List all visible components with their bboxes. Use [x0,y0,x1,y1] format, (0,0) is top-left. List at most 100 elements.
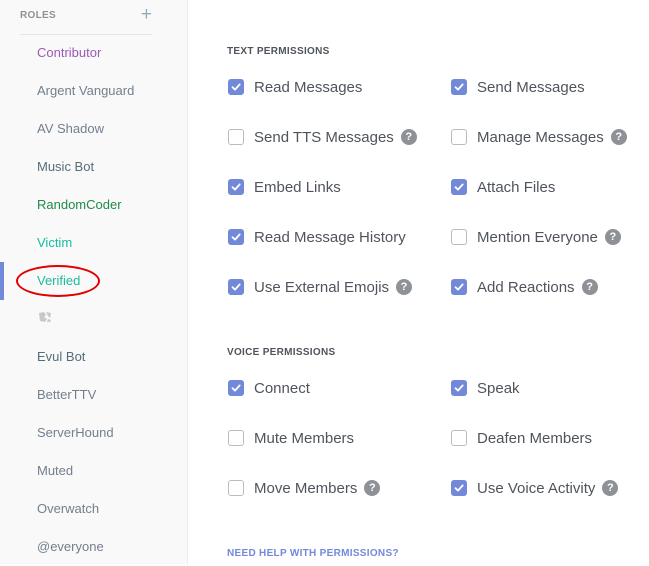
permission-label: Deafen Members [477,429,593,447]
permission-add-reactions[interactable]: Add Reactions? [451,277,598,297]
permission-read-messages[interactable]: Read Messages [228,77,362,97]
check-icon [454,183,464,191]
permission-speak[interactable]: Speak [451,378,520,398]
text-permissions-title: TEXT PERMISSIONS [227,46,330,57]
roles-title: ROLES [20,10,56,21]
checkbox-checked[interactable] [451,79,467,95]
role-item-evul-bot[interactable]: Evul Bot [0,338,188,376]
permission-label: Send TTS Messages [254,128,394,146]
check-icon [454,384,464,392]
role-item-overwatch[interactable]: Overwatch [0,490,188,528]
help-icon[interactable]: ? [396,279,413,295]
role-item-verified[interactable]: Verified [0,262,188,300]
permission-use-external-emojis[interactable]: Use External Emojis? [228,277,413,297]
check-icon [454,83,464,91]
help-icon[interactable]: ? [602,480,619,496]
role-label: @everyone [37,539,104,554]
role-label: Verified [37,273,81,288]
checkbox-checked[interactable] [451,179,467,195]
checkbox-checked[interactable] [228,79,244,95]
checkbox-checked[interactable] [451,279,467,295]
checkbox-checked[interactable] [228,229,244,245]
permission-label: Embed Links [254,178,341,196]
permission-label: Attach Files [477,178,556,196]
broken-image-icon [37,301,53,339]
check-icon [231,83,241,91]
role-label: Evul Bot [37,349,86,364]
checkbox-unchecked[interactable] [228,129,244,145]
role-label: Contributor [37,45,102,60]
role-item-unnamed[interactable] [0,300,188,338]
permission-manage-messages[interactable]: Manage Messages? [451,127,627,147]
check-icon [231,233,241,241]
check-icon [454,484,464,492]
role-item-music-bot[interactable]: Music Bot [0,148,188,186]
permission-label: Use External Emojis [254,278,390,296]
permission-attach-files[interactable]: Attach Files [451,177,555,197]
permission-send-messages[interactable]: Send Messages [451,77,585,97]
check-icon [231,183,241,191]
checkbox-checked[interactable] [228,380,244,396]
role-label: BetterTTV [37,387,97,402]
checkbox-unchecked[interactable] [228,480,244,496]
checkbox-unchecked[interactable] [228,430,244,446]
role-item-victim[interactable]: Victim [0,224,188,262]
add-role-icon[interactable]: + [141,2,152,28]
role-label: Victim [37,235,73,250]
permission-label: Speak [477,379,520,397]
checkbox-unchecked[interactable] [451,229,467,245]
checkbox-checked[interactable] [451,380,467,396]
role-item-argent-vanguard[interactable]: Argent Vanguard [0,72,188,110]
permission-read-message-history[interactable]: Read Message History [228,227,406,247]
permission-send-tts-messages[interactable]: Send TTS Messages? [228,127,417,147]
role-item-serverhound[interactable]: ServerHound [0,414,188,452]
help-icon[interactable]: ? [610,129,627,145]
help-permissions-link[interactable]: NEED HELP WITH PERMISSIONS? [227,548,399,559]
checkbox-checked[interactable] [228,279,244,295]
roles-header: ROLES + [20,0,152,35]
permission-label: Add Reactions [477,278,575,296]
help-icon[interactable]: ? [581,279,598,295]
permission-label: Mention Everyone [477,228,598,246]
permission-label: Use Voice Activity [477,479,596,497]
check-icon [231,384,241,392]
role-item-randomcoder[interactable]: RandomCoder [0,186,188,224]
permission-embed-links[interactable]: Embed Links [228,177,341,197]
check-icon [231,283,241,291]
role-item-muted[interactable]: Muted [0,452,188,490]
role-label: AV Shadow [37,121,104,136]
permission-label: Mute Members [254,429,355,447]
permission-mention-everyone[interactable]: Mention Everyone? [451,227,621,247]
checkbox-unchecked[interactable] [451,430,467,446]
role-item-everyone[interactable]: @everyone [0,528,188,566]
permission-move-members[interactable]: Move Members? [228,478,381,498]
roles-sidebar: ROLES + Contributor Argent Vanguard AV Sha… [0,0,188,564]
voice-permissions-title: VOICE PERMISSIONS [227,347,336,358]
role-item-contributor[interactable]: Contributor [0,34,188,72]
check-icon [454,283,464,291]
checkbox-checked[interactable] [451,480,467,496]
help-icon[interactable]: ? [364,480,381,496]
checkbox-checked[interactable] [228,179,244,195]
permission-mute-members[interactable]: Mute Members [228,428,354,448]
permission-label: Read Messages [254,78,363,96]
role-label: Muted [37,463,74,478]
role-label: Overwatch [37,501,100,516]
role-label: Music Bot [37,159,95,174]
role-label: Argent Vanguard [37,83,135,98]
permission-label: Read Message History [254,228,406,246]
permission-label: Send Messages [477,78,585,96]
permission-label: Manage Messages [477,128,604,146]
help-icon[interactable]: ? [604,229,621,245]
permission-connect[interactable]: Connect [228,378,310,398]
permission-deafen-members[interactable]: Deafen Members [451,428,592,448]
role-label: ServerHound [37,425,114,440]
help-icon[interactable]: ? [400,129,417,145]
role-item-betterttv[interactable]: BetterTTV [0,376,188,414]
role-label: RandomCoder [37,197,122,212]
permission-label: Connect [254,379,310,397]
role-item-av-shadow[interactable]: AV Shadow [0,110,188,148]
checkbox-unchecked[interactable] [451,129,467,145]
permission-label: Move Members [254,479,358,497]
permission-use-voice-activity[interactable]: Use Voice Activity? [451,478,619,498]
